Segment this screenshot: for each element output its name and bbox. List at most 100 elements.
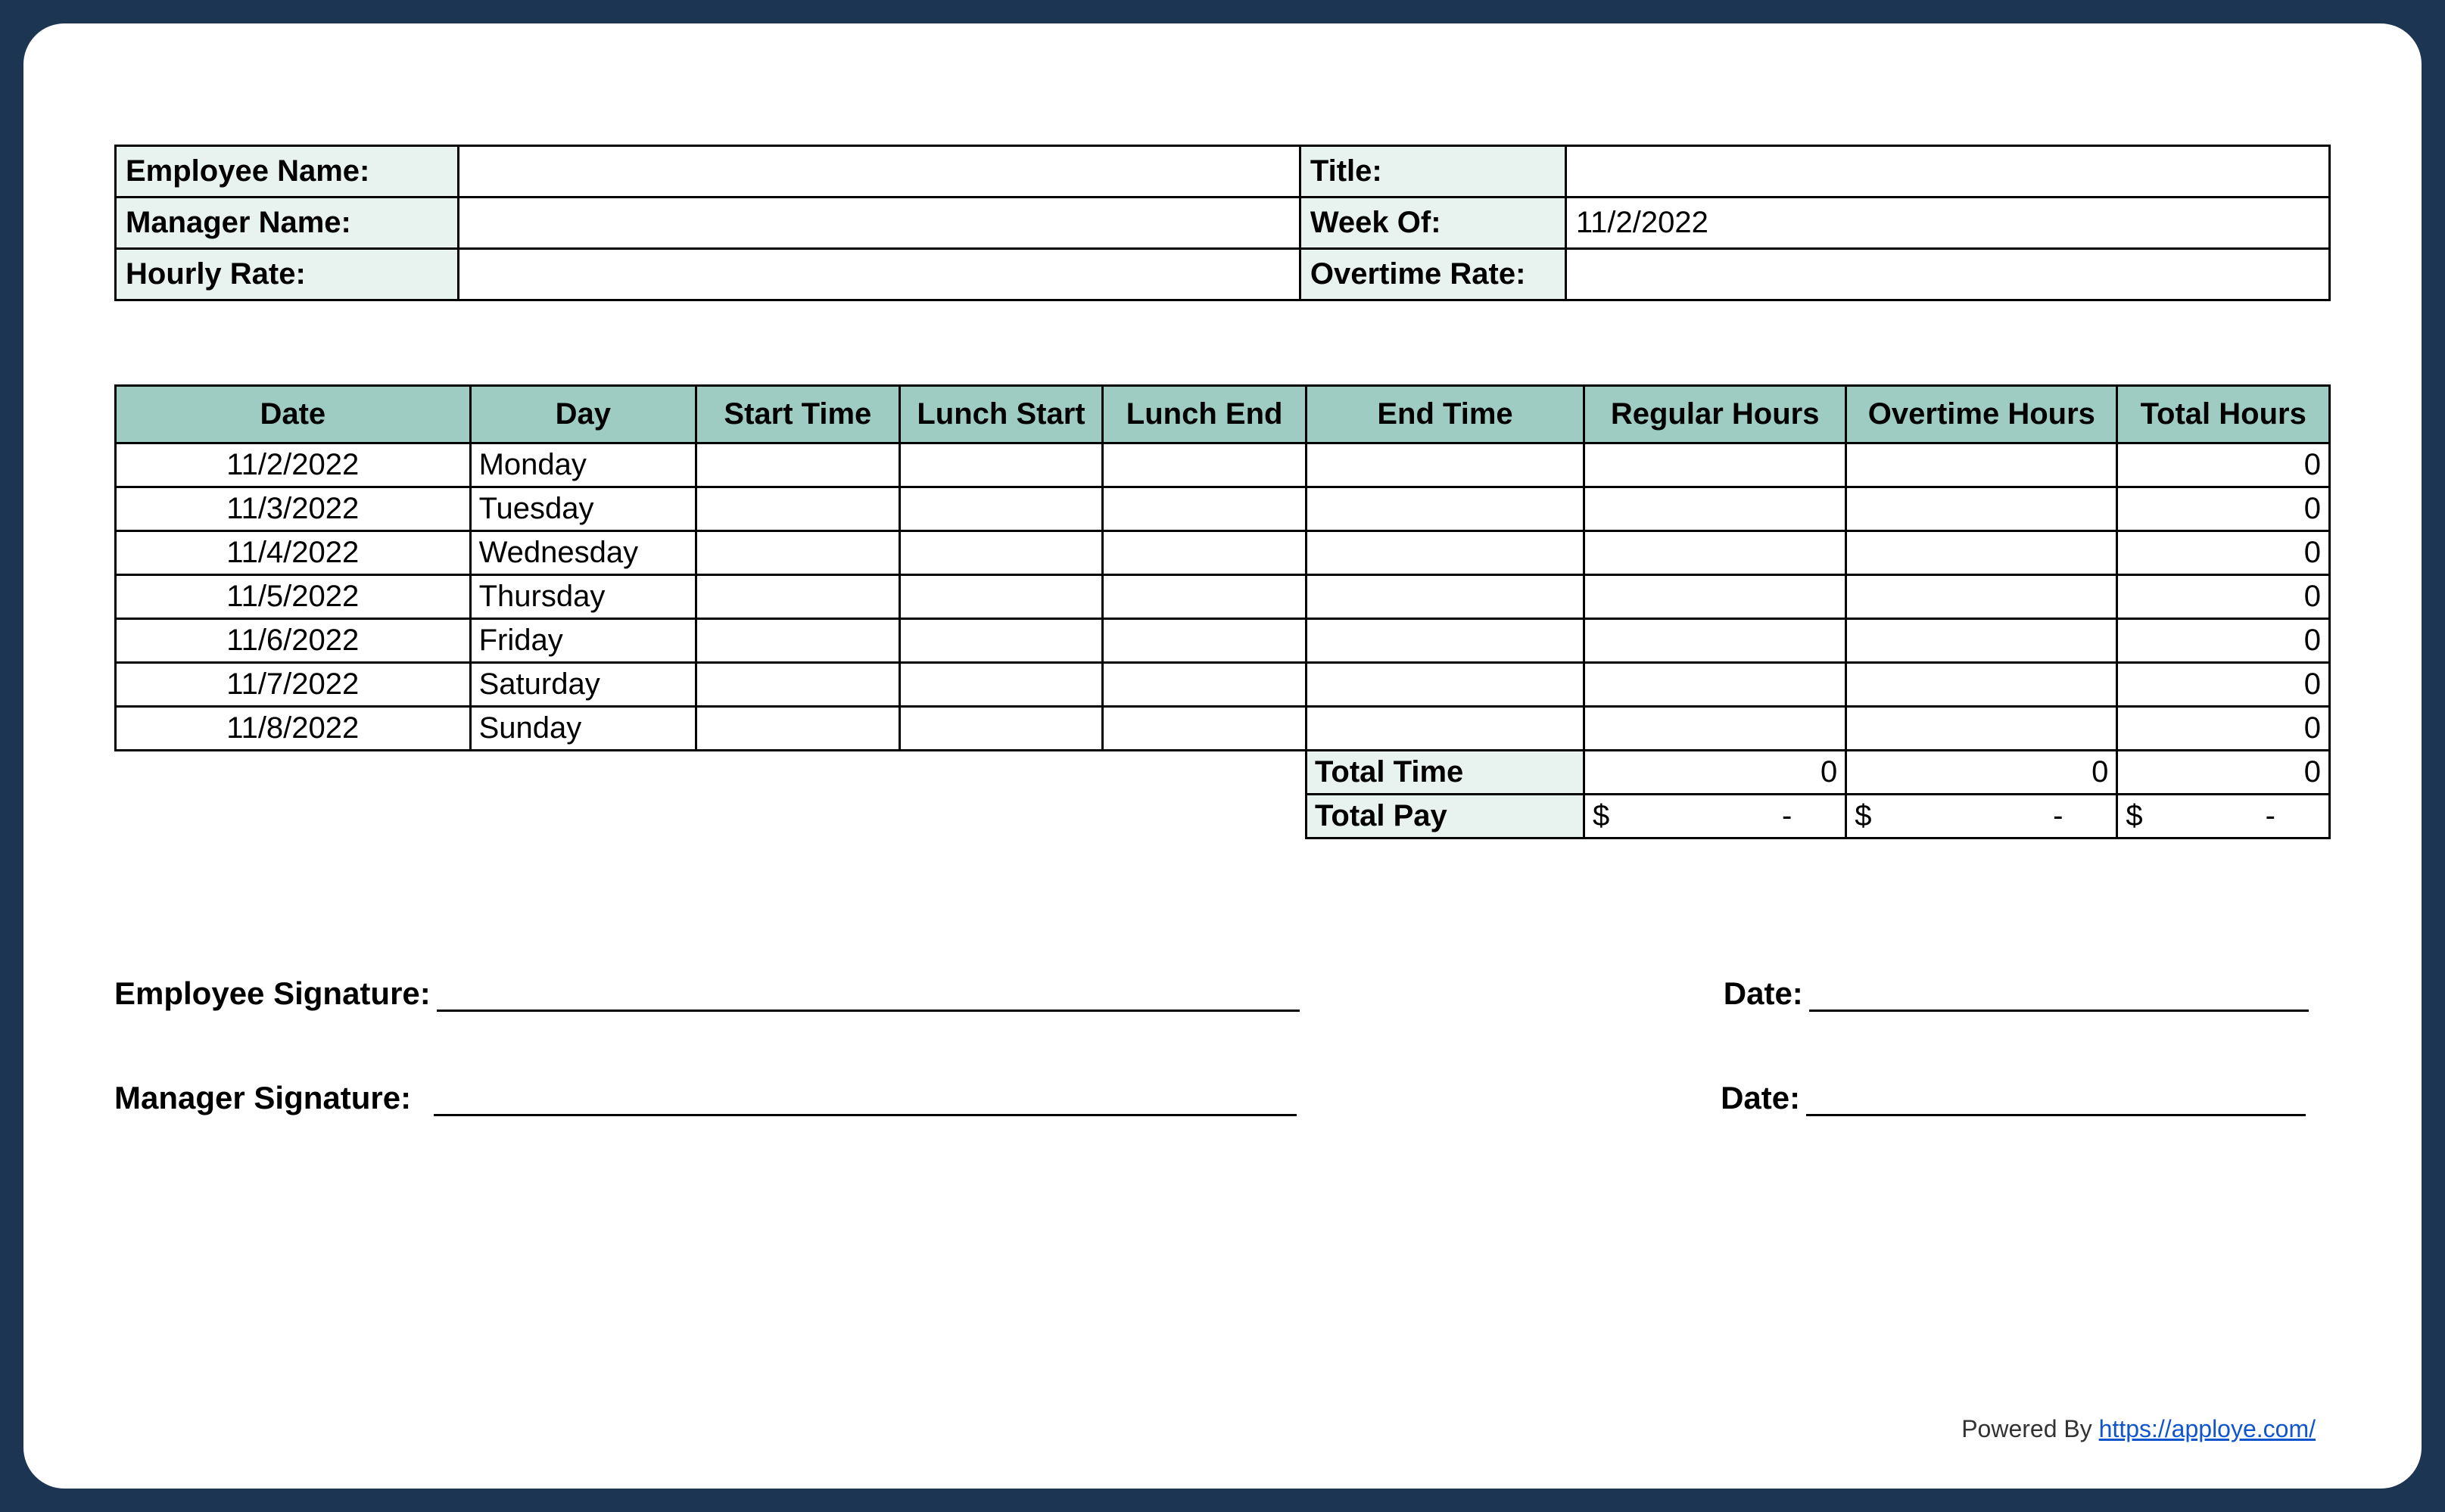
cell-date[interactable]: 11/2/2022 — [116, 443, 471, 487]
cell-date[interactable]: 11/6/2022 — [116, 619, 471, 663]
cell-lunch-end[interactable] — [1103, 443, 1307, 487]
cell-start[interactable] — [696, 663, 900, 707]
cell-lunch-end[interactable] — [1103, 663, 1307, 707]
table-row: 11/3/2022Tuesday 0 — [116, 487, 2330, 531]
cell-end[interactable] — [1306, 531, 1584, 575]
employee-name-value[interactable] — [459, 146, 1300, 198]
cell-start[interactable] — [696, 531, 900, 575]
cell-end[interactable] — [1306, 575, 1584, 619]
cell-total: 0 — [2117, 663, 2330, 707]
cell-regular[interactable] — [1584, 707, 1846, 751]
cell-start[interactable] — [696, 707, 900, 751]
cell-date[interactable]: 11/3/2022 — [116, 487, 471, 531]
table-row: 11/2/2022Monday 0 — [116, 443, 2330, 487]
cell-date[interactable]: 11/7/2022 — [116, 663, 471, 707]
manager-date-line[interactable] — [1806, 1081, 2306, 1116]
total-time-regular: 0 — [1584, 751, 1846, 795]
cell-start[interactable] — [696, 487, 900, 531]
col-lunch-start: Lunch Start — [899, 386, 1103, 443]
total-time-total: 0 — [2117, 751, 2330, 795]
cell-date[interactable]: 11/8/2022 — [116, 707, 471, 751]
employee-signature-line[interactable] — [437, 977, 1300, 1012]
footer-link[interactable]: https://apploye.com/ — [2099, 1415, 2316, 1442]
cell-end[interactable] — [1306, 663, 1584, 707]
cell-lunch-start[interactable] — [899, 663, 1103, 707]
total-time-label: Total Time — [1306, 751, 1584, 795]
timesheet-document: Employee Name: Title: Manager Name: Week… — [19, 19, 2426, 1493]
cell-lunch-start[interactable] — [899, 487, 1103, 531]
col-start: Start Time — [696, 386, 900, 443]
table-row: 11/4/2022Wednesday 0 — [116, 531, 2330, 575]
manager-date-label: Date: — [1721, 1080, 1806, 1116]
total-pay-total: $- — [2117, 795, 2330, 838]
cell-regular[interactable] — [1584, 619, 1846, 663]
employee-date-label: Date: — [1724, 975, 1809, 1012]
cell-end[interactable] — [1306, 443, 1584, 487]
cell-end[interactable] — [1306, 487, 1584, 531]
table-row: 11/7/2022Saturday 0 — [116, 663, 2330, 707]
cell-day[interactable]: Friday — [470, 619, 696, 663]
cell-end[interactable] — [1306, 707, 1584, 751]
cell-overtime[interactable] — [1846, 575, 2117, 619]
cell-total: 0 — [2117, 487, 2330, 531]
signature-area: Employee Signature: Date: Manager Signat… — [114, 975, 2331, 1116]
cell-lunch-start[interactable] — [899, 575, 1103, 619]
cell-regular[interactable] — [1584, 443, 1846, 487]
cell-overtime[interactable] — [1846, 531, 2117, 575]
title-label: Title: — [1300, 146, 1565, 198]
employee-date-line[interactable] — [1809, 977, 2309, 1012]
cell-day[interactable]: Sunday — [470, 707, 696, 751]
title-value[interactable] — [1565, 146, 2329, 198]
cell-lunch-start[interactable] — [899, 707, 1103, 751]
cell-overtime[interactable] — [1846, 487, 2117, 531]
total-pay-label: Total Pay — [1306, 795, 1584, 838]
employee-signature-label: Employee Signature: — [114, 975, 437, 1012]
cell-day[interactable]: Wednesday — [470, 531, 696, 575]
table-row: 11/5/2022Thursday 0 — [116, 575, 2330, 619]
cell-date[interactable]: 11/5/2022 — [116, 575, 471, 619]
cell-total: 0 — [2117, 575, 2330, 619]
manager-signature-label: Manager Signature: — [114, 1080, 434, 1116]
cell-regular[interactable] — [1584, 575, 1846, 619]
total-time-row: Total Time 0 0 0 — [116, 751, 2330, 795]
cell-lunch-start[interactable] — [899, 443, 1103, 487]
cell-regular[interactable] — [1584, 487, 1846, 531]
cell-day[interactable]: Saturday — [470, 663, 696, 707]
overtime-rate-value[interactable] — [1565, 249, 2329, 300]
cell-lunch-end[interactable] — [1103, 531, 1307, 575]
cell-start[interactable] — [696, 443, 900, 487]
cell-end[interactable] — [1306, 619, 1584, 663]
timesheet-table: Date Day Start Time Lunch Start Lunch En… — [114, 384, 2331, 839]
cell-lunch-end[interactable] — [1103, 707, 1307, 751]
cell-start[interactable] — [696, 619, 900, 663]
cell-date[interactable]: 11/4/2022 — [116, 531, 471, 575]
col-lunch-end: Lunch End — [1103, 386, 1307, 443]
col-total: Total Hours — [2117, 386, 2330, 443]
manager-name-value[interactable] — [459, 198, 1300, 249]
cell-regular[interactable] — [1584, 531, 1846, 575]
cell-lunch-end[interactable] — [1103, 619, 1307, 663]
cell-total: 0 — [2117, 443, 2330, 487]
hourly-rate-value[interactable] — [459, 249, 1300, 300]
cell-lunch-start[interactable] — [899, 531, 1103, 575]
cell-overtime[interactable] — [1846, 663, 2117, 707]
table-row: 11/6/2022Friday0 — [116, 619, 2330, 663]
cell-total: 0 — [2117, 531, 2330, 575]
cell-lunch-end[interactable] — [1103, 487, 1307, 531]
cell-day[interactable]: Thursday — [470, 575, 696, 619]
cell-total: 0 — [2117, 707, 2330, 751]
cell-lunch-end[interactable] — [1103, 575, 1307, 619]
cell-overtime[interactable] — [1846, 443, 2117, 487]
col-regular: Regular Hours — [1584, 386, 1846, 443]
cell-day[interactable]: Tuesday — [470, 487, 696, 531]
col-overtime: Overtime Hours — [1846, 386, 2117, 443]
manager-signature-line[interactable] — [434, 1081, 1297, 1116]
cell-overtime[interactable] — [1846, 707, 2117, 751]
cell-overtime[interactable] — [1846, 619, 2117, 663]
cell-start[interactable] — [696, 575, 900, 619]
week-of-value[interactable]: 11/2/2022 — [1565, 198, 2329, 249]
cell-lunch-start[interactable] — [899, 619, 1103, 663]
cell-day[interactable]: Monday — [470, 443, 696, 487]
info-table: Employee Name: Title: Manager Name: Week… — [114, 145, 2331, 301]
cell-regular[interactable] — [1584, 663, 1846, 707]
